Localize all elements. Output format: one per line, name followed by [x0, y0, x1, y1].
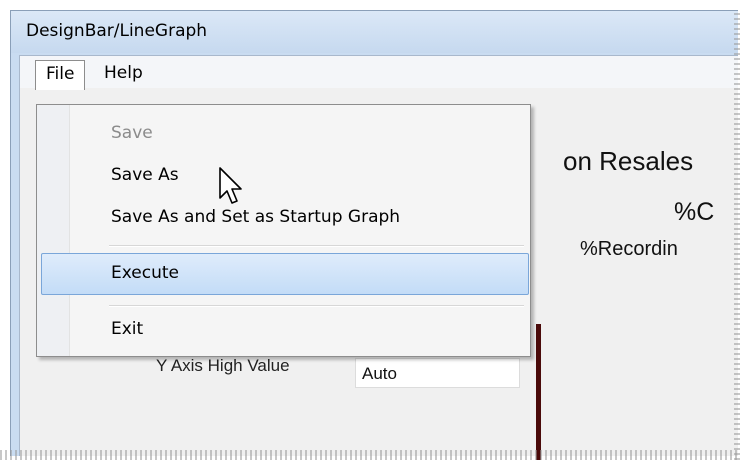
- window-title: DesignBar/LineGraph: [26, 21, 208, 41]
- chart-bar: [536, 324, 541, 460]
- file-menu-dropdown: Save Save As Save As and Set as Startup …: [36, 104, 531, 357]
- chart-title-partial: on Resales: [563, 146, 694, 176]
- menu-bar: File Help: [20, 56, 738, 90]
- menu-separator: [109, 305, 524, 307]
- torn-edge-bottom: [0, 450, 740, 460]
- menu-help[interactable]: Help: [94, 60, 153, 86]
- menu-item-save[interactable]: Save: [111, 123, 153, 143]
- menu-item-save-as[interactable]: Save As: [111, 165, 179, 185]
- y-axis-high-label: Y Axis High Value: [156, 356, 290, 375]
- torn-edge-right: [734, 10, 740, 460]
- menu-icon-gutter: [37, 105, 70, 356]
- series-label-recording: %Recordin: [580, 238, 678, 260]
- menu-separator: [109, 245, 524, 247]
- menu-item-exit[interactable]: Exit: [111, 319, 143, 339]
- mouse-cursor-icon: [219, 167, 242, 204]
- menu-file[interactable]: File: [35, 60, 86, 90]
- menu-item-execute[interactable]: Execute: [111, 263, 179, 283]
- title-bar[interactable]: DesignBar/LineGraph: [11, 11, 738, 53]
- series-label-c: %C: [674, 198, 715, 226]
- y-axis-high-input[interactable]: Auto: [355, 358, 520, 388]
- menu-item-save-as-startup[interactable]: Save As and Set as Startup Graph: [111, 207, 400, 227]
